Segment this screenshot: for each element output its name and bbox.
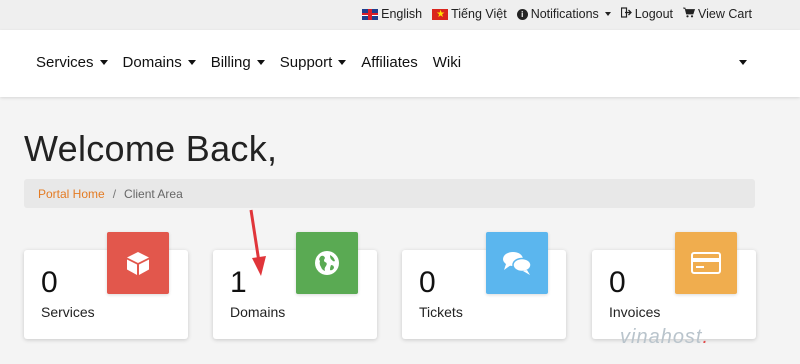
nav-label: Affiliates	[361, 54, 418, 71]
view-cart-label: View Cart	[698, 7, 752, 21]
cart-icon	[683, 7, 696, 21]
nav-item-wiki[interactable]: Wiki	[433, 54, 461, 71]
topbar-items: English ★ Tiếng Việt i Notifications Log…	[362, 7, 752, 21]
cube-icon	[107, 232, 169, 294]
breadcrumb: Portal Home / Client Area	[24, 179, 755, 208]
nav-label: Billing	[210, 54, 251, 71]
nav-item-services[interactable]: Services	[36, 54, 108, 71]
tile-label: Domains	[230, 304, 286, 320]
nav-item-domains[interactable]: Domains	[123, 54, 196, 71]
logout-icon	[620, 7, 632, 21]
logout-link[interactable]: Logout	[620, 7, 674, 21]
chevron-down-icon	[187, 60, 196, 65]
nav-label: Support	[279, 54, 333, 71]
nav-label: Wiki	[432, 54, 462, 71]
breadcrumb-current: Client Area	[124, 186, 183, 201]
tile-count: 1	[230, 266, 247, 299]
credit-card-icon	[675, 232, 737, 294]
tile-label: Services	[41, 304, 95, 320]
logout-label: Logout	[634, 7, 674, 21]
chevron-down-icon	[338, 60, 347, 65]
chevron-down-icon	[256, 60, 265, 65]
nav-label: Domains	[122, 54, 182, 71]
language-english-label: English	[381, 7, 423, 21]
nav-menu: Services Domains Billing Support Affilia…	[36, 54, 461, 71]
breadcrumb-home-link[interactable]: Portal Home	[38, 187, 105, 201]
nav-label: Services	[36, 54, 94, 71]
tile-label: Tickets	[419, 304, 463, 320]
chevron-down-icon	[604, 12, 611, 16]
chevron-down-icon	[99, 60, 108, 65]
uk-flag-icon	[362, 8, 379, 20]
nav-item-affiliates[interactable]: Affiliates	[361, 54, 417, 71]
language-vietnamese[interactable]: ★ Tiếng Việt	[432, 7, 507, 21]
tile-label: Invoices	[609, 304, 661, 320]
nav-item-billing[interactable]: Billing	[211, 54, 265, 71]
info-icon: i	[516, 8, 528, 20]
notifications-menu[interactable]: i Notifications	[516, 7, 611, 21]
comments-icon	[486, 232, 548, 294]
top-utility-bar: English ★ Tiếng Việt i Notifications Log…	[0, 0, 800, 30]
language-vietnamese-label: Tiếng Việt	[451, 7, 507, 21]
tile-count: 0	[609, 266, 626, 299]
watermark-text: vinahost	[620, 326, 703, 348]
view-cart-link[interactable]: View Cart	[683, 7, 752, 21]
vinahost-watermark: vinahost.	[620, 326, 709, 349]
language-english[interactable]: English	[362, 7, 422, 21]
tile-count: 0	[419, 266, 436, 299]
nav-item-support[interactable]: Support	[280, 54, 347, 71]
watermark-dot: .	[702, 326, 710, 348]
breadcrumb-separator: /	[112, 186, 117, 201]
notifications-label: Notifications	[530, 7, 599, 21]
tile-count: 0	[41, 266, 58, 299]
vietnam-flag-icon: ★	[432, 8, 449, 20]
main-navbar: Services Domains Billing Support Affilia…	[0, 30, 800, 97]
page-title: Welcome Back,	[24, 128, 278, 169]
globe-icon	[296, 232, 358, 294]
account-dropdown-toggle[interactable]	[739, 60, 747, 65]
